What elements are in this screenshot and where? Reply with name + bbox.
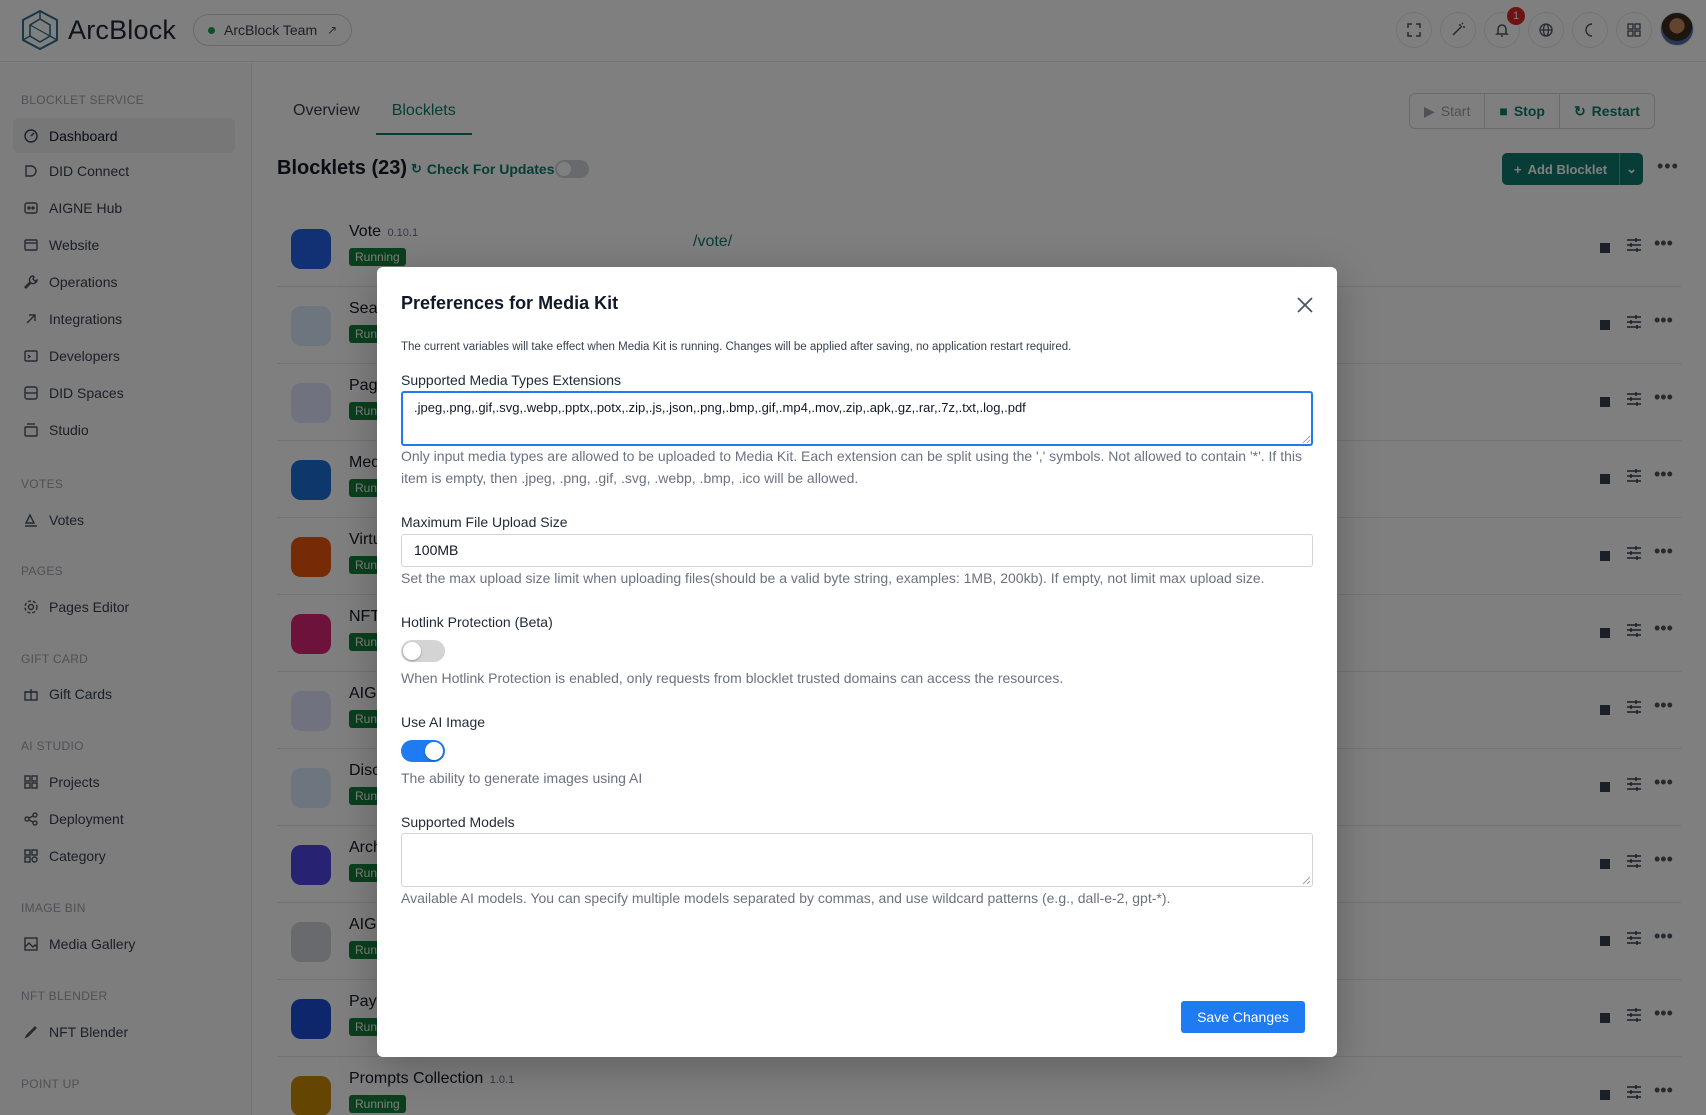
media-types-textarea[interactable]: .jpeg,.png,.gif,.svg,.webp,.pptx,.potx,.… xyxy=(401,391,1313,446)
preferences-dialog: Preferences for Media Kit The current va… xyxy=(377,267,1337,1057)
max-size-help: Set the max upload size limit when uploa… xyxy=(401,570,1265,586)
toggle-knob xyxy=(403,642,421,660)
toggle-knob xyxy=(425,742,443,760)
models-textarea[interactable] xyxy=(401,833,1313,887)
close-icon[interactable] xyxy=(1293,293,1317,317)
ai-image-label: Use AI Image xyxy=(401,714,486,730)
ai-image-toggle[interactable] xyxy=(401,740,445,762)
resize-handle-icon[interactable] xyxy=(1301,875,1311,885)
hotlink-help: When Hotlink Protection is enabled, only… xyxy=(401,670,1064,686)
models-help: Available AI models. You can specify mul… xyxy=(401,890,1171,906)
resize-handle-icon[interactable] xyxy=(1301,434,1311,444)
hotlink-toggle[interactable] xyxy=(401,640,445,662)
media-types-help: Only input media types are allowed to be… xyxy=(401,448,1302,486)
ai-image-help: The ability to generate images using AI xyxy=(401,770,643,786)
media-types-label: Supported Media Types Extensions xyxy=(401,372,621,388)
dialog-title: Preferences for Media Kit xyxy=(401,293,619,313)
max-size-input[interactable]: 100MB xyxy=(401,534,1313,567)
hotlink-label: Hotlink Protection (Beta) xyxy=(401,614,553,630)
dialog-description: The current variables will take effect w… xyxy=(401,341,1072,353)
max-size-label: Maximum File Upload Size xyxy=(401,514,568,530)
models-label: Supported Models xyxy=(401,814,515,830)
save-changes-button[interactable]: Save Changes xyxy=(1181,1001,1305,1033)
